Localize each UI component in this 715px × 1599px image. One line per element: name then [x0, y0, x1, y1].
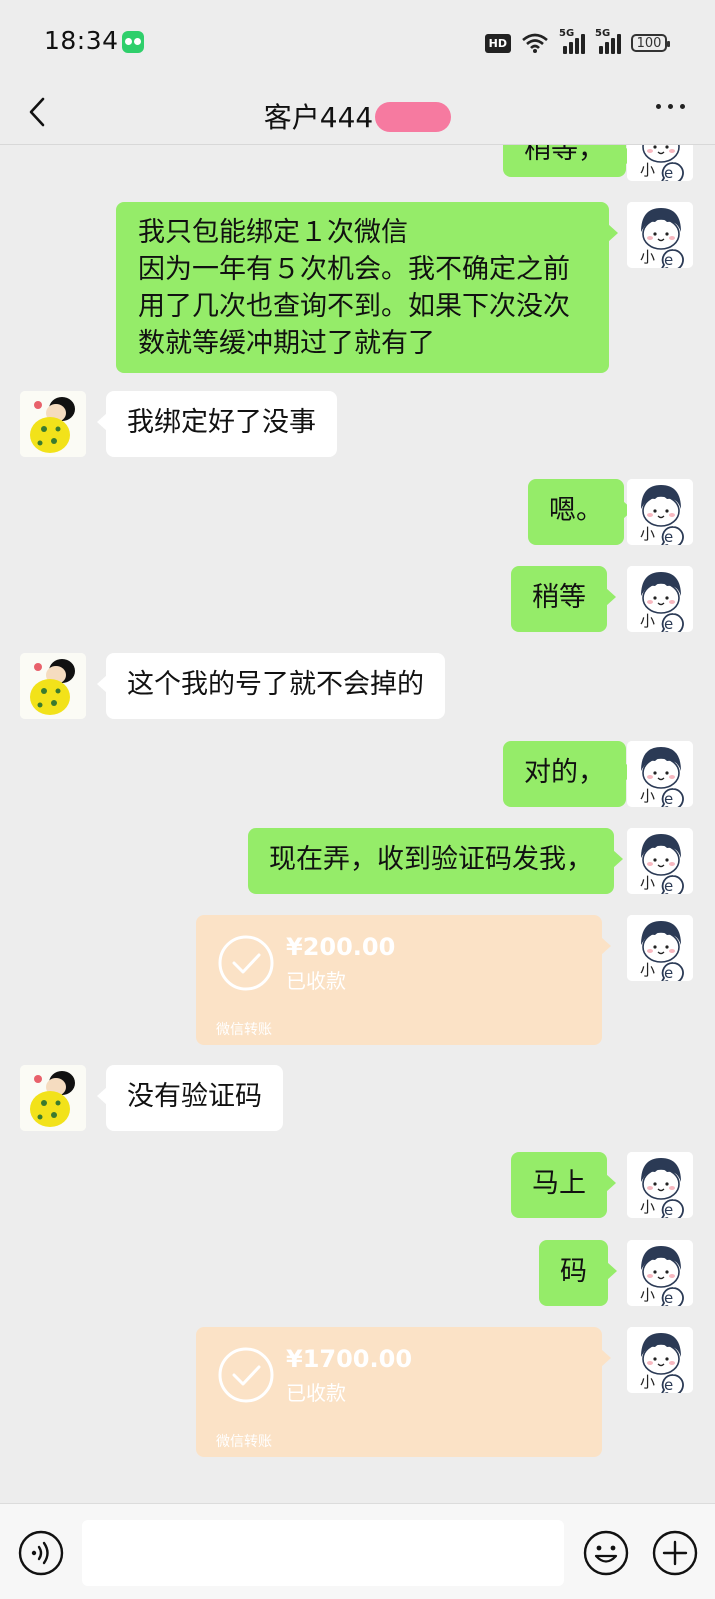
message-text: 嗯。	[549, 495, 603, 526]
message-text: 没有验证码	[127, 1081, 262, 1112]
message-bubble[interactable]: 稍等，	[503, 145, 635, 177]
my-avatar[interactable]	[627, 202, 693, 268]
my-avatar[interactable]	[627, 479, 693, 545]
check-circle-icon	[218, 935, 274, 991]
status-bar: 18:34 HD 5G 5G 100	[0, 0, 715, 80]
my-avatar[interactable]	[627, 1152, 693, 1218]
message-text: 稍等	[532, 582, 586, 613]
message-bubble[interactable]: 马上	[511, 1152, 616, 1218]
message-text: 码	[560, 1256, 587, 1287]
check-circle-icon	[218, 1347, 274, 1403]
signal-icon-1: 5G	[559, 28, 585, 54]
status-indicators: HD 5G 5G 100	[484, 28, 670, 56]
message-text: 这个我的号了就不会掉的	[127, 669, 424, 700]
contact-avatar[interactable]	[20, 391, 86, 457]
transfer-status: 已收款	[286, 1381, 346, 1405]
message-text: 马上	[532, 1168, 586, 1199]
signal-tag-1: 5G	[559, 28, 575, 39]
contact-avatar[interactable]	[20, 1065, 86, 1131]
transfer-card[interactable]: ¥1700.00 已收款 微信转账	[196, 1327, 611, 1457]
message-bubble[interactable]: 没有验证码	[97, 1065, 283, 1131]
emoji-icon[interactable]	[583, 1530, 629, 1576]
message-bubble[interactable]: 我绑定好了没事	[97, 391, 337, 457]
message-bubble[interactable]: 这个我的号了就不会掉的	[97, 653, 445, 719]
transfer-amount: ¥1700.00	[286, 1345, 413, 1373]
my-avatar[interactable]	[627, 566, 693, 632]
redaction-mark	[375, 102, 452, 132]
message-line: 数就等缓冲期过了就有了	[138, 328, 435, 359]
wifi-icon	[522, 33, 548, 53]
status-time: 18:34	[44, 26, 119, 55]
message-text: 稍等，	[524, 145, 605, 165]
transfer-source: 微信转账	[216, 1022, 272, 1038]
my-avatar[interactable]	[627, 915, 693, 981]
my-avatar[interactable]	[627, 828, 693, 894]
notification-app-icon	[122, 31, 144, 53]
voice-icon[interactable]	[18, 1530, 64, 1576]
transfer-source: 微信转账	[216, 1434, 272, 1450]
message-text: 对的，	[524, 757, 605, 788]
message-text: 现在弄，收到验证码发我，	[269, 844, 593, 875]
message-bubble[interactable]: 现在弄，收到验证码发我，	[248, 828, 623, 894]
more-dots-icon[interactable]	[656, 104, 685, 109]
message-input[interactable]	[82, 1520, 564, 1586]
signal-tag-2: 5G	[595, 28, 611, 39]
hd-icon: HD	[484, 33, 511, 53]
transfer-card[interactable]: ¥200.00 已收款 微信转账	[196, 915, 611, 1045]
message-bubble[interactable]: 码	[539, 1240, 617, 1306]
signal-icon-2: 5G	[595, 28, 621, 54]
message-bubble[interactable]: 我只包能绑定１次微信 因为一年有５次机会。我不确定之前 用了几次也查询不到。如果…	[116, 202, 618, 373]
message-list[interactable]: 稍等， 我只包能绑定１次微信 因为一年有５次机会。我不确定之前 用了几次也查询不…	[0, 145, 715, 1503]
battery-icon: 100	[631, 34, 670, 52]
chat-title-wrap: 客户444	[0, 96, 715, 136]
message-line: 我只包能绑定１次微信	[138, 217, 408, 248]
message-bubble[interactable]: 稍等	[511, 566, 616, 632]
my-avatar[interactable]	[627, 1327, 693, 1393]
chat-header: 客户444	[0, 80, 715, 145]
contact-avatar[interactable]	[20, 653, 86, 719]
transfer-status: 已收款	[286, 969, 346, 993]
plus-icon[interactable]	[652, 1530, 698, 1576]
my-avatar[interactable]	[627, 1240, 693, 1306]
my-avatar[interactable]	[627, 145, 693, 181]
transfer-amount: ¥200.00	[286, 933, 396, 961]
message-text: 我绑定好了没事	[127, 407, 316, 438]
message-bubble[interactable]: 对的，	[503, 741, 635, 807]
my-avatar[interactable]	[627, 741, 693, 807]
message-bubble[interactable]: 嗯。	[528, 479, 633, 545]
input-bar	[0, 1503, 715, 1599]
message-line: 用了几次也查询不到。如果下次没次	[138, 291, 570, 322]
chat-title: 客户444	[263, 101, 374, 134]
message-line: 因为一年有５次机会。我不确定之前	[138, 254, 570, 285]
